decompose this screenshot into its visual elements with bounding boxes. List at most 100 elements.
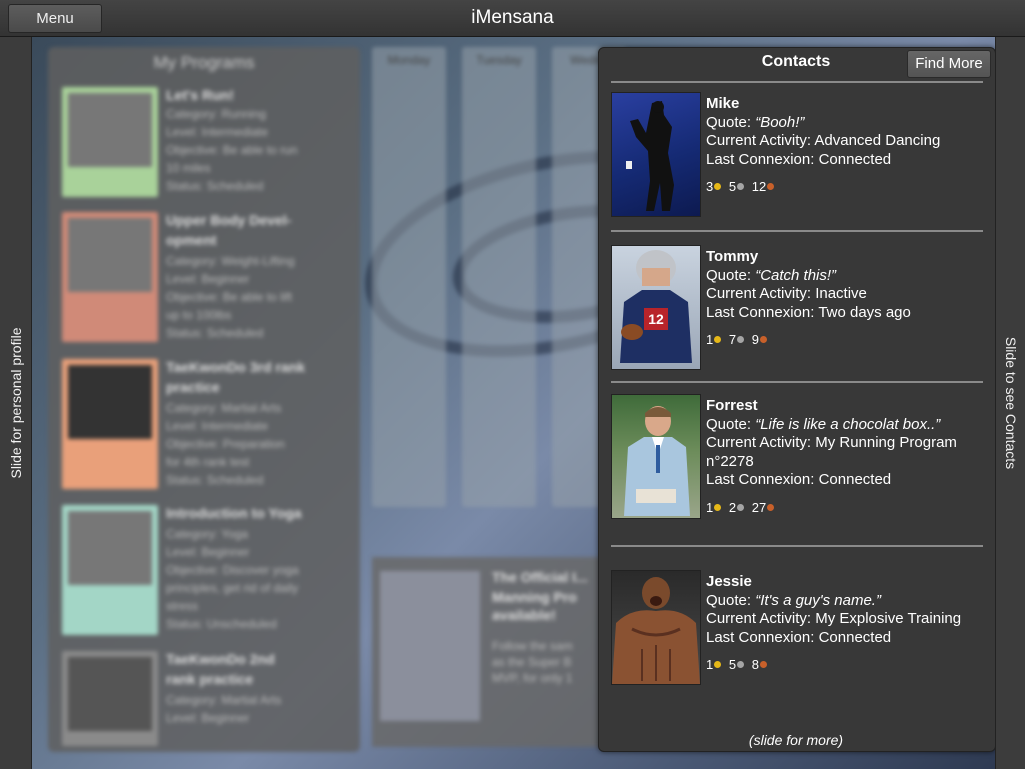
program-detail: Status: Unscheduled	[166, 617, 277, 631]
program-title: opment	[166, 232, 217, 248]
contact-activity: Inactive	[815, 285, 867, 302]
news-card: The Official I... Manning Pro available!…	[372, 557, 612, 747]
news-text: as the Super B	[492, 655, 572, 669]
bronze-count: 9	[751, 332, 759, 347]
program-detail: Level: Beginner	[166, 272, 250, 286]
contacts-panel: Contacts Find More Mike Quote: “Booh!” C…	[598, 47, 996, 752]
silver-medal-icon	[737, 183, 745, 191]
news-title: Manning Pro	[492, 589, 577, 605]
contact-photo	[611, 570, 701, 685]
contact-connexion-row: Last Connexion: Connected	[706, 629, 961, 648]
contact-activity-row: Current Activity: My Explosive Training	[706, 610, 961, 629]
contacts-slide-handle[interactable]: Slide to see Contacts	[995, 37, 1025, 769]
contact-quote: “Life is like a chocolat box..”	[755, 415, 941, 433]
gold-count: 1	[706, 657, 714, 672]
contact-connexion: Connected	[818, 628, 892, 646]
program-title: Let's Run!	[166, 87, 234, 103]
contact-quote-row: Quote: “Booh!”	[706, 114, 940, 133]
activity-label: Current Activity:	[706, 610, 812, 627]
silver-count: 7	[728, 332, 737, 347]
medal-stats: 3 5 12	[706, 178, 940, 197]
program-detail: Objective: Discover yoga	[166, 563, 299, 577]
quote-label: Quote:	[706, 415, 752, 433]
bronze-count: 12	[751, 179, 767, 194]
program-item: Let's Run! Category: Running Level: Inte…	[62, 87, 352, 222]
find-more-button[interactable]: Find More	[907, 50, 991, 78]
bronze-medal-icon	[759, 661, 767, 669]
program-detail: Objective: Be able to run	[166, 143, 298, 157]
gold-medal-icon	[714, 183, 722, 191]
silver-count: 5	[728, 179, 737, 194]
program-title: Upper Body Devel-	[166, 212, 292, 228]
contact-connexion: Connected	[818, 150, 892, 168]
program-thumbnail	[62, 359, 158, 489]
program-detail: Category: Martial Arts	[166, 401, 282, 415]
divider	[611, 230, 983, 232]
program-detail: principles, get rid of daily	[166, 581, 299, 595]
contact-quote: “Booh!”	[755, 113, 805, 131]
calendar-day-column: Tuesday	[462, 47, 536, 507]
activity-label: Current Activity:	[706, 434, 812, 451]
contact-info: Tommy Quote: “Catch this!” Current Activ…	[706, 248, 911, 350]
slide-for-more-hint[interactable]: (slide for more)	[599, 732, 993, 748]
bronze-medal-icon	[767, 183, 775, 191]
contact-quote-row: Quote: “Catch this!”	[706, 267, 911, 286]
program-detail: Category: Weight-Lifting	[166, 254, 295, 268]
program-detail: Level: Beginner	[166, 711, 250, 725]
contact-photo: 12	[611, 245, 701, 370]
program-detail: up to 100lbs	[166, 308, 232, 322]
program-thumbnail	[62, 651, 158, 746]
contact-activity: Advanced Dancing	[814, 132, 941, 149]
connexion-label: Last Connexion:	[706, 471, 815, 488]
contact-name: Mike	[706, 95, 740, 112]
contact-info: Jessie Quote: “It's a guy's name.” Curre…	[706, 573, 961, 675]
contacts-slide-label: Slide to see Contacts	[1003, 336, 1019, 470]
program-detail: for 4th rank test	[166, 455, 250, 469]
contact-activity: My Explosive Training	[815, 610, 962, 627]
gold-count: 1	[706, 332, 714, 347]
contact-name: Jessie	[706, 573, 752, 590]
silver-medal-icon	[737, 661, 745, 669]
program-title: Introduction to Yoga	[166, 505, 302, 521]
divider	[611, 381, 983, 383]
program-detail: Category: Martial Arts	[166, 693, 282, 707]
program-detail: 10 miles	[166, 161, 211, 175]
quote-label: Quote:	[706, 266, 752, 284]
activity-label: Current Activity:	[706, 132, 812, 149]
connexion-label: Last Connexion:	[706, 628, 815, 646]
silver-medal-icon	[737, 503, 745, 511]
contact-activity-row: Current Activity: Inactive	[706, 285, 911, 304]
gold-medal-icon	[714, 661, 722, 669]
program-title: rank practice	[166, 671, 254, 687]
silver-medal-icon	[737, 336, 745, 344]
quote-label: Quote:	[706, 591, 752, 609]
program-title: TaeKwonDo 2nd	[166, 651, 275, 667]
contact-quote: “It's a guy's name.”	[755, 591, 881, 609]
contact-quote-row: Quote: “It's a guy's name.”	[706, 592, 961, 611]
divider	[611, 545, 983, 547]
contact-quote: “Catch this!”	[755, 266, 837, 284]
contact-quote-row: Quote: “Life is like a chocolat box..”	[706, 416, 957, 435]
news-text: MVP, for only 1	[492, 671, 573, 685]
contact-info: Forrest Quote: “Life is like a chocolat …	[706, 397, 957, 517]
connexion-label: Last Connexion:	[706, 150, 815, 168]
personal-profile-slide-handle[interactable]: Slide for personal profile	[0, 37, 32, 769]
contact-activity-row: Current Activity: My Running Program	[706, 434, 957, 453]
program-detail: stress	[166, 599, 199, 613]
program-detail: Status: Scheduled	[166, 473, 264, 487]
my-programs-title: My Programs	[153, 53, 255, 72]
app-title: iMensana	[471, 7, 554, 28]
bronze-medal-icon	[767, 503, 775, 511]
contact-photo	[611, 394, 701, 519]
gold-count: 3	[706, 179, 714, 194]
gold-count: 1	[706, 499, 714, 515]
program-item: TaeKwonDo 3rd rank practice Category: Ma…	[62, 359, 352, 494]
activity-label: Current Activity:	[706, 285, 812, 302]
program-title: TaeKwonDo 3rd rank	[166, 359, 305, 375]
contact-connexion-row: Last Connexion: Two days ago	[706, 304, 911, 323]
program-thumbnail	[62, 212, 158, 342]
bronze-count: 27	[751, 499, 767, 515]
silver-count: 2	[728, 499, 737, 515]
medal-stats: 1 7 9	[706, 331, 911, 350]
news-title: available!	[492, 607, 556, 623]
